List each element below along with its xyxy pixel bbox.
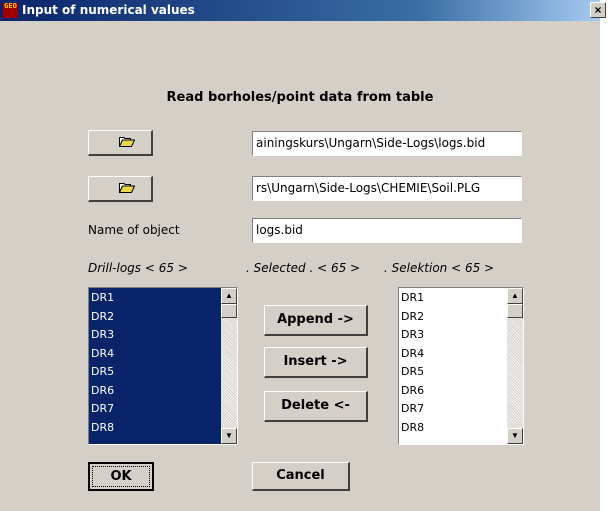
drill-logs-listbox[interactable]: DR1 DR2 DR3 DR4 DR5 DR6 DR7 DR8 ▲ ▼ <box>88 287 238 445</box>
drill-logs-header: Drill-logs < 65 > <box>88 261 188 275</box>
list-item[interactable]: DR7 <box>400 400 424 419</box>
list-item[interactable]: DR1 <box>400 289 424 308</box>
scroll-up-arrow-icon[interactable]: ▲ <box>507 288 523 304</box>
list-item[interactable]: DR5 <box>400 363 424 382</box>
list-item[interactable]: DR8 <box>90 419 220 438</box>
file-path-field-1[interactable]: ainingskurs\Ungarn\Side-Logs\logs.bid <box>252 131 522 156</box>
scroll-up-arrow-icon[interactable]: ▲ <box>221 288 237 304</box>
list-item[interactable]: DR2 <box>90 308 220 327</box>
dialog-heading: Read borholes/point data from table <box>166 90 434 105</box>
scroll-thumb[interactable] <box>507 304 523 318</box>
scroll-down-arrow-icon[interactable]: ▼ <box>507 428 523 444</box>
append-button[interactable]: Append -> <box>264 305 368 336</box>
selektion-items: DR1 DR2 DR3 DR4 DR5 DR6 DR7 DR8 <box>400 289 424 437</box>
delete-button[interactable]: Delete <- <box>264 391 368 422</box>
window-title: Input of numerical values <box>22 3 195 17</box>
selektion-header: . Selektion < 65 > <box>384 261 495 275</box>
list-item[interactable]: DR5 <box>90 363 220 382</box>
close-button[interactable]: × <box>590 2 606 18</box>
title-bar[interactable]: GEO Input of numerical values × <box>0 0 606 21</box>
open-file-button-1[interactable] <box>88 130 153 156</box>
ok-button[interactable]: OK <box>88 462 154 491</box>
file-path-field-2[interactable]: rs\Ungarn\Side-Logs\CHEMIE\Soil.PLG <box>252 176 522 201</box>
open-folder-icon <box>119 183 135 193</box>
app-icon: GEO <box>3 3 18 18</box>
list-item[interactable]: DR7 <box>90 400 220 419</box>
list-item[interactable]: DR8 <box>400 419 424 438</box>
scroll-down-arrow-icon[interactable]: ▼ <box>221 428 237 444</box>
input-dialog: GEO Input of numerical values × Read bor… <box>0 0 606 511</box>
selektion-listbox[interactable]: DR1 DR2 DR3 DR4 DR5 DR6 DR7 DR8 ▲ ▼ <box>398 287 524 445</box>
object-name-label: Name of object <box>88 223 180 237</box>
list-item[interactable]: DR4 <box>90 345 220 364</box>
cancel-button[interactable]: Cancel <box>252 462 350 491</box>
scroll-thumb[interactable] <box>221 304 237 318</box>
list-item[interactable]: DR6 <box>90 382 220 401</box>
list-item[interactable]: DR1 <box>90 289 220 308</box>
list-item[interactable]: DR3 <box>400 326 424 345</box>
selektion-scrollbar[interactable]: ▲ ▼ <box>507 288 523 444</box>
insert-button[interactable]: Insert -> <box>264 347 368 378</box>
list-item[interactable]: DR6 <box>400 382 424 401</box>
list-item[interactable]: DR2 <box>400 308 424 327</box>
drill-logs-items: DR1 DR2 DR3 DR4 DR5 DR6 DR7 DR8 <box>90 289 220 437</box>
open-file-button-2[interactable] <box>88 176 153 202</box>
open-folder-icon <box>119 137 135 147</box>
drill-logs-scrollbar[interactable]: ▲ ▼ <box>221 288 237 444</box>
object-name-input[interactable]: logs.bid <box>252 218 522 243</box>
selected-header: . Selected . < 65 > <box>246 261 361 275</box>
list-item[interactable]: DR4 <box>400 345 424 364</box>
list-item[interactable]: DR3 <box>90 326 220 345</box>
